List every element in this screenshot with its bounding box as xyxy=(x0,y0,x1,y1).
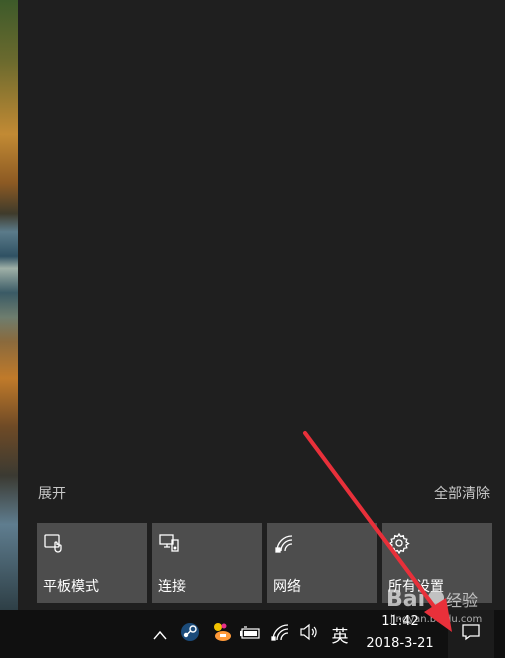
volume-button[interactable] xyxy=(297,610,321,658)
wifi-button[interactable] xyxy=(269,610,293,658)
quick-action-tablet-mode[interactable]: 平板模式 xyxy=(37,523,147,603)
quick-action-label: 连接 xyxy=(158,579,186,595)
taskbar: 英 11:42 2018-3-21 xyxy=(0,610,505,658)
gear-icon xyxy=(388,532,410,555)
quick-action-label: 网络 xyxy=(273,579,301,595)
wifi-icon xyxy=(271,623,291,645)
quick-action-all-settings[interactable]: 所有设置 xyxy=(382,523,492,603)
tray-app-icon xyxy=(210,621,234,647)
quick-action-network[interactable]: 网络 xyxy=(267,523,377,603)
quick-action-label: 所有设置 xyxy=(388,579,444,595)
steam-icon xyxy=(180,622,200,646)
quick-action-label: 平板模式 xyxy=(43,579,99,595)
tablet-mode-icon xyxy=(43,532,65,554)
quick-actions-grid: 平板模式 连接 网络 所有设置 xyxy=(37,523,492,603)
tray-app-button[interactable] xyxy=(208,610,236,658)
network-icon xyxy=(273,532,295,554)
input-method-button[interactable]: 英 xyxy=(327,610,353,658)
action-center-panel: 展开 全部清除 平板模式 连接 网络 所有设置 xyxy=(18,0,505,610)
action-center-button[interactable] xyxy=(448,610,494,658)
desktop-wallpaper xyxy=(0,0,18,610)
clock-date: 2018-3-21 xyxy=(366,636,434,651)
chevron-up-icon xyxy=(152,625,168,644)
battery-button[interactable] xyxy=(238,610,264,658)
steam-tray-button[interactable] xyxy=(177,610,203,658)
quick-action-connect[interactable]: 连接 xyxy=(152,523,262,603)
action-center-header: 展开 全部清除 xyxy=(18,480,505,504)
connect-icon xyxy=(158,532,180,554)
volume-icon xyxy=(299,623,319,645)
show-hidden-icons-button[interactable] xyxy=(150,610,170,658)
clear-all-button[interactable]: 全部清除 xyxy=(434,483,490,503)
clock-button[interactable]: 11:42 2018-3-21 xyxy=(360,610,440,658)
notification-icon xyxy=(461,622,481,646)
clock-time: 11:42 xyxy=(381,614,419,629)
expand-button[interactable]: 展开 xyxy=(38,483,66,503)
battery-icon xyxy=(239,625,262,644)
